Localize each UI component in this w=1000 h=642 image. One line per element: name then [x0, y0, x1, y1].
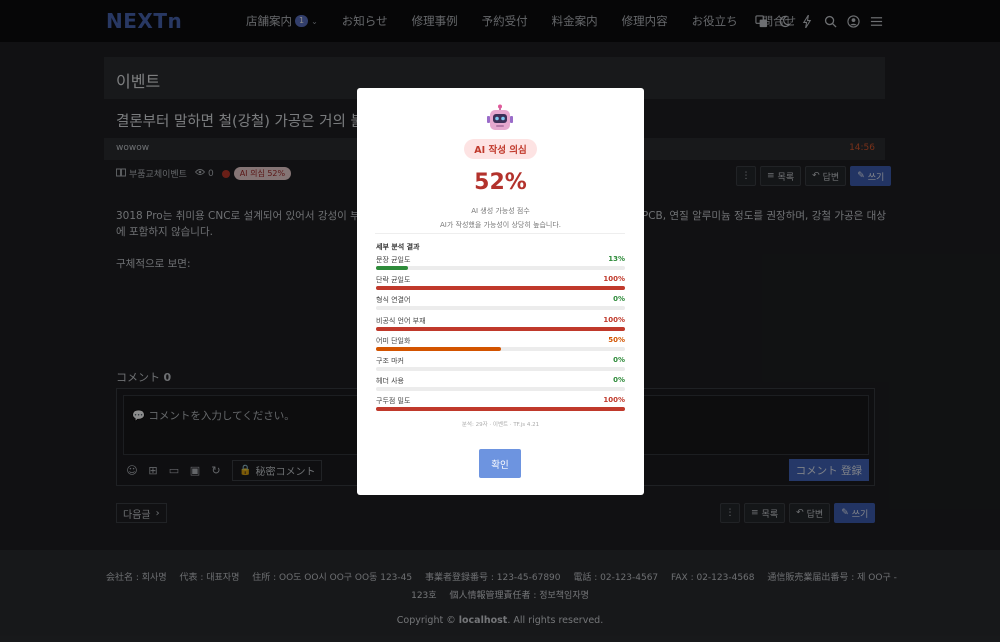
ai-score: 52% — [474, 170, 527, 195]
metric-bar-track — [376, 326, 625, 331]
score-description: AI가 작성했을 가능성이 상당히 높습니다. — [439, 221, 562, 229]
ai-analysis-modal: AI 작성 의심 52% AI 생성 가능성 점수 AI가 작성했을 가능성이 … — [357, 88, 644, 495]
metric-row: 단락 균일도 100% — [376, 274, 625, 294]
metric-bar-track — [376, 266, 625, 270]
metric-value: 100% — [603, 275, 625, 284]
metric-bar-track — [376, 286, 625, 291]
metric-row: 구두점 밀도 100% — [376, 395, 625, 415]
metric-bar-track — [376, 387, 625, 392]
metric-bar-track — [376, 366, 625, 371]
metric-row: 비공식 언어 부재 100% — [376, 315, 625, 335]
ai-status-badge: AI 작성 의심 — [464, 139, 537, 159]
metric-name: 문장 균일도 — [376, 256, 411, 264]
score-label: AI 생성 가능성 점수 — [471, 207, 530, 215]
metric-row: 구조 마커 0% — [376, 355, 625, 375]
detail-title: 세부 분석 결과 — [376, 243, 420, 251]
metric-row: 헤더 사용 0% — [376, 375, 625, 395]
metric-bar-fill — [376, 266, 409, 270]
metric-row: 형식 연결어 0% — [376, 294, 625, 314]
robot-icon — [485, 104, 515, 134]
metric-value: 50% — [608, 335, 625, 344]
metric-row: 어미 단일화 50% — [376, 335, 625, 355]
metric-row: 문장 균일도 13% — [376, 254, 625, 274]
metric-bar-track — [376, 407, 625, 412]
metric-bar-fill — [376, 346, 501, 351]
metric-name: 단락 균일도 — [376, 276, 411, 285]
confirm-button[interactable]: 확인 — [479, 449, 521, 478]
metric-value: 0% — [613, 295, 625, 304]
metrics-list: 문장 균일도 13% 단락 균일도 100% 형식 연결어 0% 비공식 언어 부재 100%… — [376, 254, 625, 416]
metric-bar-track — [376, 346, 625, 351]
metric-bar-track — [376, 306, 625, 311]
metric-value: 13% — [608, 255, 625, 263]
divider — [375, 233, 625, 234]
metric-name: 구두점 밀도 — [376, 397, 411, 406]
metric-value: 100% — [603, 396, 625, 405]
metric-value: 0% — [613, 355, 625, 364]
metric-name: 어미 단일화 — [376, 336, 411, 345]
metric-name: 형식 연결어 — [376, 296, 411, 305]
metric-bar-fill — [376, 286, 625, 291]
analysis-footnote: 분석: 29자 · 이벤트 · TF.js 4.21 — [461, 422, 540, 428]
metric-bar-fill — [376, 407, 625, 412]
metric-bar-fill — [376, 326, 625, 331]
metric-name: 비공식 언어 부재 — [376, 316, 426, 325]
metric-name: 구조 마커 — [376, 356, 404, 365]
metric-value: 100% — [603, 315, 625, 324]
metric-value: 0% — [613, 376, 625, 385]
metric-name: 헤더 사용 — [376, 377, 404, 386]
